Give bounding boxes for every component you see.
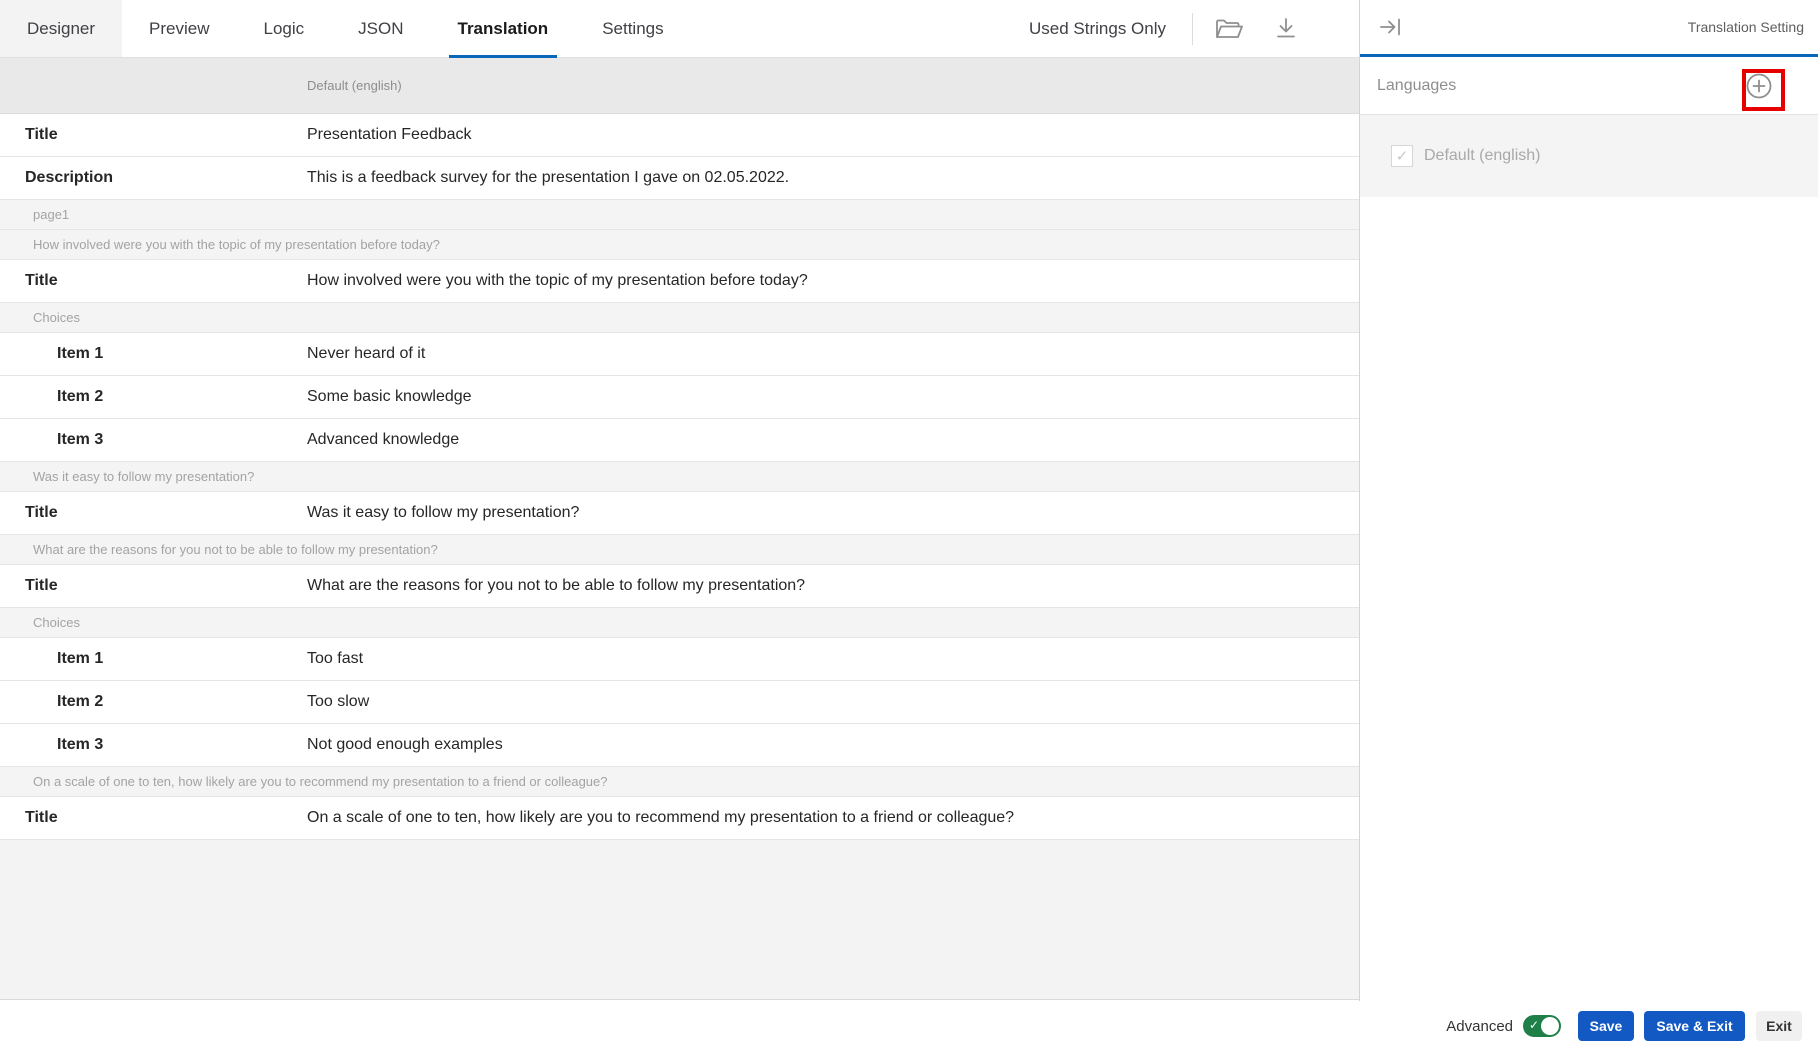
row-value[interactable]: Too fast	[307, 650, 1359, 668]
panel-header: Translation Setting	[1360, 0, 1818, 57]
translation-settings-panel: Translation Setting Languages ✓ Default …	[1360, 0, 1818, 1054]
download-icon[interactable]	[1271, 16, 1301, 42]
default-language-row: ✓ Default (english)	[1360, 115, 1818, 197]
row-label: Item 1	[0, 650, 307, 668]
save-button[interactable]: Save	[1578, 1011, 1634, 1041]
table-row: Title How involved were you with the top…	[0, 260, 1359, 303]
table-group-row: What are the reasons for you not to be a…	[0, 535, 1359, 565]
group-label: Choices	[0, 615, 80, 630]
advanced-toggle[interactable]: ✓	[1523, 1015, 1561, 1037]
row-label: Title	[0, 809, 307, 827]
add-language-button[interactable]	[1744, 71, 1774, 101]
row-value[interactable]: Was it easy to follow my presentation?	[307, 504, 1359, 522]
table-row: Item 2 Some basic knowledge	[0, 376, 1359, 419]
row-label: Description	[0, 169, 307, 187]
table-group-row: page1	[0, 200, 1359, 230]
table-row: Title Presentation Feedback	[0, 114, 1359, 157]
row-value[interactable]: Not good enough examples	[307, 736, 1359, 754]
row-label: Title	[0, 126, 307, 144]
tab-bar: Designer Preview Logic JSON Translation …	[0, 0, 1359, 58]
table-row: Item 2 Too slow	[0, 681, 1359, 724]
row-label: Title	[0, 272, 307, 290]
group-label: On a scale of one to ten, how likely are…	[0, 774, 608, 789]
footer-controls: Advanced ✓ Save Save & Exit Exit	[1446, 1011, 1802, 1041]
tab-json[interactable]: JSON	[331, 0, 430, 57]
row-label: Title	[0, 577, 307, 595]
save-and-exit-button[interactable]: Save & Exit	[1644, 1011, 1745, 1041]
row-label: Item 2	[0, 693, 307, 711]
table-row: Description This is a feedback survey fo…	[0, 157, 1359, 200]
toggle-check-icon: ✓	[1529, 1018, 1539, 1032]
row-value[interactable]: Never heard of it	[307, 345, 1359, 363]
group-label: Choices	[0, 310, 80, 325]
tab-preview[interactable]: Preview	[122, 0, 236, 57]
advanced-label: Advanced	[1446, 1018, 1513, 1035]
exit-button[interactable]: Exit	[1756, 1011, 1802, 1041]
table-row: Title Was it easy to follow my presentat…	[0, 492, 1359, 535]
row-value[interactable]: What are the reasons for you not to be a…	[307, 577, 1359, 595]
table-group-row: Was it easy to follow my presentation?	[0, 462, 1359, 492]
row-label: Item 1	[0, 345, 307, 363]
row-value[interactable]: This is a feedback survey for the presen…	[307, 169, 1359, 187]
row-value[interactable]: Advanced knowledge	[307, 431, 1359, 449]
tab-settings[interactable]: Settings	[575, 0, 690, 57]
languages-section-header: Languages	[1360, 57, 1818, 115]
tab-designer[interactable]: Designer	[0, 0, 122, 57]
toggle-knob	[1541, 1017, 1559, 1035]
translation-table: Default (english) Title Presentation Fee…	[0, 58, 1359, 1000]
table-row: Item 3 Advanced knowledge	[0, 419, 1359, 462]
table-group-row: On a scale of one to ten, how likely are…	[0, 767, 1359, 797]
group-label: Was it easy to follow my presentation?	[0, 469, 254, 484]
group-label: What are the reasons for you not to be a…	[0, 542, 438, 557]
collapse-panel-icon[interactable]	[1378, 15, 1406, 39]
row-label: Item 3	[0, 736, 307, 754]
row-label: Item 2	[0, 388, 307, 406]
panel-title: Translation Setting	[1688, 19, 1804, 35]
group-label: How involved were you with the topic of …	[0, 237, 440, 252]
translation-toolbar: Used Strings Only	[1029, 0, 1359, 58]
row-value[interactable]: Too slow	[307, 693, 1359, 711]
row-value[interactable]: How involved were you with the topic of …	[307, 272, 1359, 290]
row-value[interactable]: Presentation Feedback	[307, 126, 1359, 144]
row-label: Item 3	[0, 431, 307, 449]
languages-label: Languages	[1377, 77, 1456, 95]
row-value[interactable]: Some basic knowledge	[307, 388, 1359, 406]
main-area: Designer Preview Logic JSON Translation …	[0, 0, 1359, 1054]
table-row: Item 1 Never heard of it	[0, 333, 1359, 376]
default-language-column-header: Default (english)	[0, 78, 402, 93]
table-row: Item 3 Not good enough examples	[0, 724, 1359, 767]
survey-creator-app: Designer Preview Logic JSON Translation …	[0, 0, 1818, 1054]
table-row: Title What are the reasons for you not t…	[0, 565, 1359, 608]
row-value[interactable]: On a scale of one to ten, how likely are…	[307, 809, 1359, 827]
used-strings-only-control[interactable]: Used Strings Only	[1029, 19, 1166, 39]
table-row: Title On a scale of one to ten, how like…	[0, 797, 1359, 840]
tab-logic[interactable]: Logic	[237, 0, 332, 57]
table-group-row: Choices	[0, 608, 1359, 638]
tab-translation[interactable]: Translation	[431, 0, 576, 57]
default-language-checkbox[interactable]: ✓	[1391, 145, 1413, 167]
folder-open-icon[interactable]	[1214, 16, 1244, 42]
table-column-header: Default (english)	[0, 58, 1359, 114]
table-row: Item 1 Too fast	[0, 638, 1359, 681]
table-group-row: Choices	[0, 303, 1359, 333]
table-group-row: How involved were you with the topic of …	[0, 230, 1359, 260]
default-language-label: Default (english)	[1424, 147, 1541, 165]
toolbar-divider	[1192, 13, 1193, 45]
group-label: page1	[0, 207, 69, 222]
row-label: Title	[0, 504, 307, 522]
table-empty-area	[0, 840, 1359, 1000]
